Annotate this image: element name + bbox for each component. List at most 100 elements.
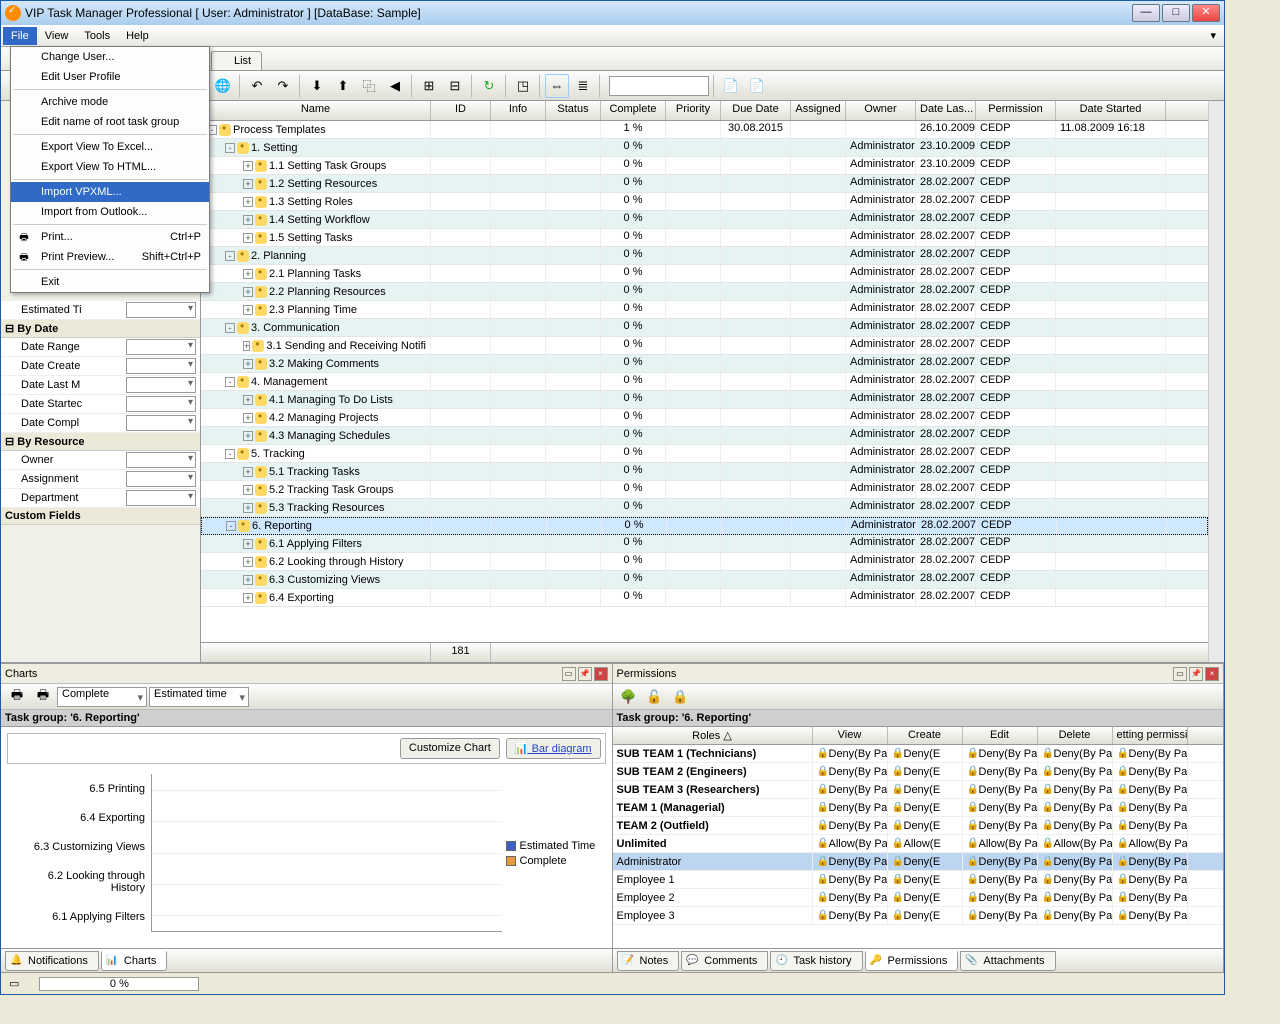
tree-toggle-icon[interactable]: + <box>243 197 253 207</box>
pcol-create[interactable]: Create <box>888 727 963 744</box>
perm-cell[interactable]: 🔒Deny(By Pa <box>1038 763 1113 780</box>
perm-cell[interactable]: 🔒Allow(By Pa <box>1038 835 1113 852</box>
tree-toggle-icon[interactable]: + <box>243 539 253 549</box>
menu-tools[interactable]: Tools <box>76 27 118 45</box>
filter-owner[interactable]: Owner <box>1 451 200 470</box>
dropdown-icon[interactable] <box>126 358 196 374</box>
toolbar-expand-icon[interactable]: ⊞ <box>417 74 441 98</box>
filter-date-range[interactable]: Date Range <box>1 338 200 357</box>
toolbar-outdent-icon[interactable]: ◀ <box>383 74 407 98</box>
perm-cell[interactable]: 🔒Deny(By Pa <box>1038 817 1113 834</box>
filter-assignment[interactable]: Assignment <box>1 470 200 489</box>
tree-toggle-icon[interactable]: + <box>243 467 253 477</box>
dropdown-icon[interactable] <box>126 490 196 506</box>
permission-row[interactable]: TEAM 1 (Managerial)🔒Deny(By Pa🔒Deny(E🔒De… <box>613 799 1224 817</box>
dropdown-icon[interactable] <box>126 377 196 393</box>
tree-toggle-icon[interactable]: + <box>243 485 253 495</box>
col-info[interactable]: Info <box>491 101 546 120</box>
panel-restore-icon[interactable]: ▭ <box>1173 667 1187 681</box>
tree-toggle-icon[interactable]: - <box>225 143 235 153</box>
perm-cell[interactable]: 🔒Deny(By Pa <box>813 907 888 924</box>
task-row[interactable]: +1.1 Setting Task Groups0 %Administrator… <box>201 157 1208 175</box>
menu-change-user[interactable]: Change User... <box>11 47 209 67</box>
perm-tree-icon[interactable]: 🌳 <box>617 685 641 709</box>
task-row[interactable]: +5.2 Tracking Task Groups0 %Administrato… <box>201 481 1208 499</box>
tab-task-history[interactable]: 🕘Task history <box>770 951 862 971</box>
tab-comments[interactable]: 💬Comments <box>681 951 768 971</box>
tab-notes[interactable]: 📝Notes <box>617 951 680 971</box>
perm-cell[interactable]: 🔒Deny(E <box>888 781 963 798</box>
tree-toggle-icon[interactable]: + <box>243 269 253 279</box>
filter-estimated-time[interactable]: Estimated Ti <box>1 301 200 320</box>
pcol-edit[interactable]: Edit <box>963 727 1038 744</box>
perm-cell[interactable]: 🔒Deny(By Pa <box>963 745 1038 762</box>
filter-group-by-date[interactable]: ⊟ By Date <box>1 320 200 338</box>
tree-toggle-icon[interactable]: + <box>243 359 253 369</box>
print-preview-icon[interactable]: 🖶 <box>31 685 55 709</box>
menu-archive-mode[interactable]: Archive mode <box>11 92 209 112</box>
perm-cell[interactable]: 🔒Deny(By Pa <box>963 781 1038 798</box>
menu-import-outlook[interactable]: Import from Outlook... <box>11 202 209 222</box>
perm-cell[interactable]: 🔒Deny(By Pa <box>963 889 1038 906</box>
toolbar-refresh-icon[interactable]: ↻ <box>477 74 501 98</box>
customize-chart-button[interactable]: Customize Chart <box>400 738 500 759</box>
menu-view[interactable]: View <box>37 27 77 45</box>
task-row[interactable]: +6.1 Applying Filters0 %Administrator28.… <box>201 535 1208 553</box>
tree-toggle-icon[interactable]: + <box>243 161 253 171</box>
tree-toggle-icon[interactable]: + <box>243 233 253 243</box>
col-priority[interactable]: Priority <box>666 101 721 120</box>
tree-toggle-icon[interactable]: + <box>243 557 253 567</box>
toolbar-globe-icon[interactable]: 🌐 <box>211 74 235 98</box>
col-id[interactable]: ID <box>431 101 491 120</box>
filter-group-by-resource[interactable]: ⊟ By Resource <box>1 433 200 451</box>
tab-charts[interactable]: 📊Charts <box>101 951 167 971</box>
perm-cell[interactable]: 🔒Allow(E <box>888 835 963 852</box>
pcol-delete[interactable]: Delete <box>1038 727 1113 744</box>
perm-cell[interactable]: 🔒Deny(E <box>888 799 963 816</box>
toolbar-collapse-icon[interactable]: ⊟ <box>443 74 467 98</box>
menu-file[interactable]: File <box>3 27 37 45</box>
task-row[interactable]: +6.4 Exporting0 %Administrator28.02.2007… <box>201 589 1208 607</box>
perm-cell[interactable]: 🔒Deny(By Pa <box>813 871 888 888</box>
tab-attachments[interactable]: 📎Attachments <box>960 951 1055 971</box>
close-button[interactable]: ✕ <box>1192 4 1220 22</box>
filter-date-last-m[interactable]: Date Last M <box>1 376 200 395</box>
chart-y-select[interactable]: Complete <box>57 687 147 707</box>
perm-cell[interactable]: 🔒Deny(E <box>888 817 963 834</box>
search-input[interactable] <box>609 76 709 96</box>
perm-cell[interactable]: 🔒Deny(By Pa <box>1038 745 1113 762</box>
task-row[interactable]: -Process Templates1 %30.08.201526.10.200… <box>201 121 1208 139</box>
perm-cell[interactable]: 🔒Deny(E <box>888 745 963 762</box>
task-row[interactable]: +1.5 Setting Tasks0 %Administrator28.02.… <box>201 229 1208 247</box>
tab-permissions[interactable]: 🔑Permissions <box>865 951 959 971</box>
perm-cell[interactable]: 🔒Deny(By Pa <box>963 871 1038 888</box>
perm-cell[interactable]: 🔒Deny(By Pa <box>1113 763 1188 780</box>
perm-cell[interactable]: 🔒Deny(By Pa <box>1113 745 1188 762</box>
filter-group-custom[interactable]: Custom Fields <box>1 508 200 525</box>
filter-department[interactable]: Department <box>1 489 200 508</box>
permission-row[interactable]: Unlimited🔒Allow(By Pa🔒Allow(E🔒Allow(By P… <box>613 835 1224 853</box>
task-row[interactable]: -3. Communication0 %Administrator28.02.2… <box>201 319 1208 337</box>
dropdown-icon[interactable] <box>126 471 196 487</box>
filter-date-compl[interactable]: Date Compl <box>1 414 200 433</box>
panel-close-icon[interactable]: × <box>594 667 608 681</box>
toolbar-doc-out-icon[interactable]: 📄 <box>745 74 769 98</box>
toolbar-up-arrow-icon[interactable]: ⬆ <box>331 74 355 98</box>
permission-row[interactable]: Employee 2🔒Deny(By Pa🔒Deny(E🔒Deny(By Pa🔒… <box>613 889 1224 907</box>
tree-toggle-icon[interactable]: + <box>243 413 253 423</box>
tree-toggle-icon[interactable]: + <box>243 215 253 225</box>
permission-row[interactable]: Employee 3🔒Deny(By Pa🔒Deny(E🔒Deny(By Pa🔒… <box>613 907 1224 925</box>
permission-row[interactable]: SUB TEAM 3 (Researchers)🔒Deny(By Pa🔒Deny… <box>613 781 1224 799</box>
task-row[interactable]: +4.2 Managing Projects0 %Administrator28… <box>201 409 1208 427</box>
col-permission[interactable]: Permission <box>976 101 1056 120</box>
tree-toggle-icon[interactable]: - <box>226 521 236 531</box>
toolbar-copy-icon[interactable]: ⿻ <box>357 74 381 98</box>
toolbar-doc-in-icon[interactable]: 📄 <box>719 74 743 98</box>
dropdown-icon[interactable] <box>126 302 196 318</box>
tree-toggle-icon[interactable]: + <box>243 179 253 189</box>
perm-cell[interactable]: 🔒Deny(E <box>888 853 963 870</box>
tree-toggle-icon[interactable]: + <box>243 305 253 315</box>
permission-row[interactable]: TEAM 2 (Outfield)🔒Deny(By Pa🔒Deny(E🔒Deny… <box>613 817 1224 835</box>
menu-print-preview[interactable]: 🖶 Print Preview... Shift+Ctrl+P <box>11 247 209 267</box>
filter-date-started[interactable]: Date Startec <box>1 395 200 414</box>
